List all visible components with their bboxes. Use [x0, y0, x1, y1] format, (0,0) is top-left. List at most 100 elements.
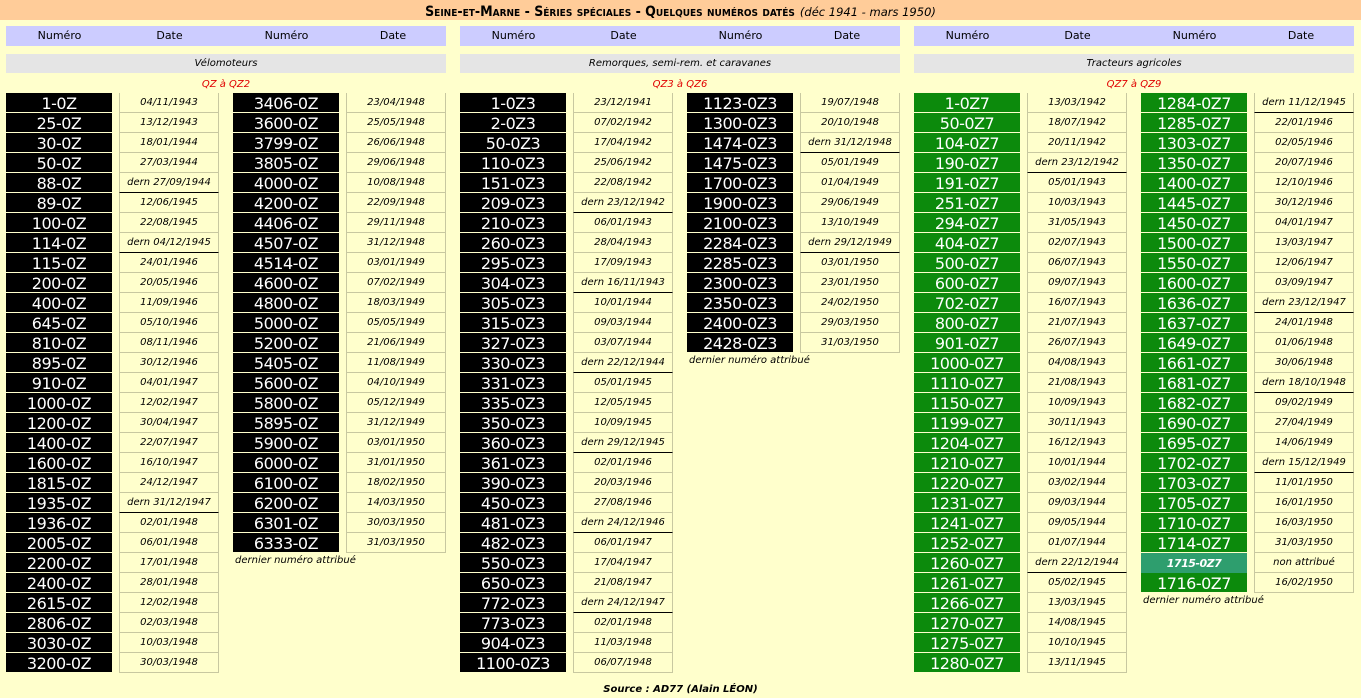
date-cell: dern 29/12/1949 — [800, 233, 900, 253]
source-note: Source : AD77 (Alain LÉON) — [603, 684, 758, 695]
plate-number: 1936-0Z — [6, 513, 112, 533]
plate-number: 2806-0Z — [6, 613, 112, 633]
plate-number: 6200-0Z — [233, 493, 339, 513]
date-cell: 30/03/1948 — [119, 653, 219, 673]
plate-number: 6100-0Z — [233, 473, 339, 493]
date-cell: 11/08/1949 — [346, 353, 446, 373]
plate-number: 100-0Z — [6, 213, 112, 233]
plate-number: 1695-0Z7 — [1141, 433, 1247, 453]
plate-number: 5000-0Z — [233, 313, 339, 333]
date-cell: 20/10/1948 — [800, 113, 900, 133]
plate-number: 773-0Z3 — [460, 613, 566, 633]
date-cell: 05/02/1945 — [1027, 573, 1127, 593]
plate-number: 800-0Z7 — [914, 313, 1020, 333]
plate-number: 1260-0Z7 — [914, 553, 1020, 573]
date-cell: 31/05/1943 — [1027, 213, 1127, 233]
plate-number: 1815-0Z — [6, 473, 112, 493]
plate-number: 2005-0Z — [6, 533, 112, 553]
plate-number: 294-0Z7 — [914, 213, 1020, 233]
plate-number: 2428-0Z3 — [687, 333, 793, 353]
date-cell: 17/04/1942 — [573, 133, 673, 153]
plate-number: 88-0Z — [6, 173, 112, 193]
date-cell: 07/02/1949 — [346, 273, 446, 293]
plate-number: 810-0Z — [6, 333, 112, 353]
plate-number: 1474-0Z3 — [687, 133, 793, 153]
plate-number: 1252-0Z7 — [914, 533, 1020, 553]
date-cell: dern 24/12/1946 — [573, 513, 673, 533]
date-cell: 30/11/1943 — [1027, 413, 1127, 433]
plate-number: 1270-0Z7 — [914, 613, 1020, 633]
date-cell: 04/10/1949 — [346, 373, 446, 393]
date-cell: dern 27/09/1944 — [119, 173, 219, 193]
plate-number: 1-0Z7 — [914, 93, 1020, 113]
header-date: Date — [833, 29, 861, 42]
date-cell: 22/08/1942 — [573, 173, 673, 193]
plate-number: 251-0Z7 — [914, 193, 1020, 213]
date-cell: 10/09/1943 — [1027, 393, 1127, 413]
date-cell: 26/06/1948 — [346, 133, 446, 153]
plate-number: 1200-0Z — [6, 413, 112, 433]
date-cell: 11/03/1948 — [573, 633, 673, 653]
plate-number: 1550-0Z7 — [1141, 253, 1247, 273]
plate-number: 4514-0Z — [233, 253, 339, 273]
date-cell: 28/04/1943 — [573, 233, 673, 253]
plate-number: 600-0Z7 — [914, 273, 1020, 293]
last-number-note: dernier numéro attribué — [1143, 595, 1264, 606]
date-cell: 14/03/1950 — [346, 493, 446, 513]
table-header-bar: Numéro Date Numéro Date — [460, 26, 900, 46]
date-cell: 18/03/1949 — [346, 293, 446, 313]
date-cell: 03/01/1950 — [800, 253, 900, 273]
date-cell: 31/03/1950 — [800, 333, 900, 353]
date-cell: 05/01/1945 — [573, 373, 673, 393]
header-numero: Numéro — [491, 29, 536, 42]
date-cell: 13/03/1945 — [1027, 593, 1127, 613]
date-cell: 10/08/1948 — [346, 173, 446, 193]
plate-number: 1700-0Z3 — [687, 173, 793, 193]
date-cell: 27/08/1946 — [573, 493, 673, 513]
date-cell: 20/11/1942 — [1027, 133, 1127, 153]
date-cell: 21/07/1943 — [1027, 313, 1127, 333]
date-cell: 17/01/1948 — [119, 553, 219, 573]
date-cell: 16/10/1947 — [119, 453, 219, 473]
date-cell: 22/01/1946 — [1254, 113, 1354, 133]
date-cell: 13/03/1942 — [1027, 93, 1127, 113]
date-cell: 16/12/1943 — [1027, 433, 1127, 453]
plate-number: 1500-0Z7 — [1141, 233, 1247, 253]
plate-number: 1204-0Z7 — [914, 433, 1020, 453]
plate-number: 315-0Z3 — [460, 313, 566, 333]
date-cell: 04/01/1947 — [1254, 213, 1354, 233]
plate-number: 331-0Z3 — [460, 373, 566, 393]
plate-number: 50-0Z — [6, 153, 112, 173]
date-cell: 02/01/1946 — [573, 453, 673, 473]
date-cell: 11/01/1950 — [1254, 473, 1354, 493]
plate-number: 1900-0Z3 — [687, 193, 793, 213]
plate-number: 210-0Z3 — [460, 213, 566, 233]
plate-number: 200-0Z — [6, 273, 112, 293]
plate-number: 1716-0Z7 — [1141, 573, 1247, 593]
plate-number: 450-0Z3 — [460, 493, 566, 513]
date-cell: dern 29/12/1945 — [573, 433, 673, 453]
plate-number: 3799-0Z — [233, 133, 339, 153]
plate-number: 1000-0Z — [6, 393, 112, 413]
plate-number: 1350-0Z7 — [1141, 153, 1247, 173]
plate-number: 350-0Z3 — [460, 413, 566, 433]
plate-number: 1600-0Z7 — [1141, 273, 1247, 293]
plate-number: 330-0Z3 — [460, 353, 566, 373]
plate-number: 104-0Z7 — [914, 133, 1020, 153]
date-cell: 31/03/1950 — [1254, 533, 1354, 553]
plate-number: 190-0Z7 — [914, 153, 1020, 173]
plate-number: 110-0Z3 — [460, 153, 566, 173]
plate-number: 1400-0Z7 — [1141, 173, 1247, 193]
date-cell: 06/01/1943 — [573, 213, 673, 233]
date-cell: 03/09/1947 — [1254, 273, 1354, 293]
plate-number: 151-0Z3 — [460, 173, 566, 193]
plate-number: 1123-0Z3 — [687, 93, 793, 113]
plate-number: 1661-0Z7 — [1141, 353, 1247, 373]
plate-number: 2400-0Z3 — [687, 313, 793, 333]
date-cell: 27/04/1949 — [1254, 413, 1354, 433]
header-date: Date — [1287, 29, 1315, 42]
plate-number: 260-0Z3 — [460, 233, 566, 253]
date-cell: 17/09/1943 — [573, 253, 673, 273]
date-cell: dern 23/12/1942 — [573, 193, 673, 213]
table-header-bar: Numéro Date Numéro Date — [914, 26, 1354, 46]
